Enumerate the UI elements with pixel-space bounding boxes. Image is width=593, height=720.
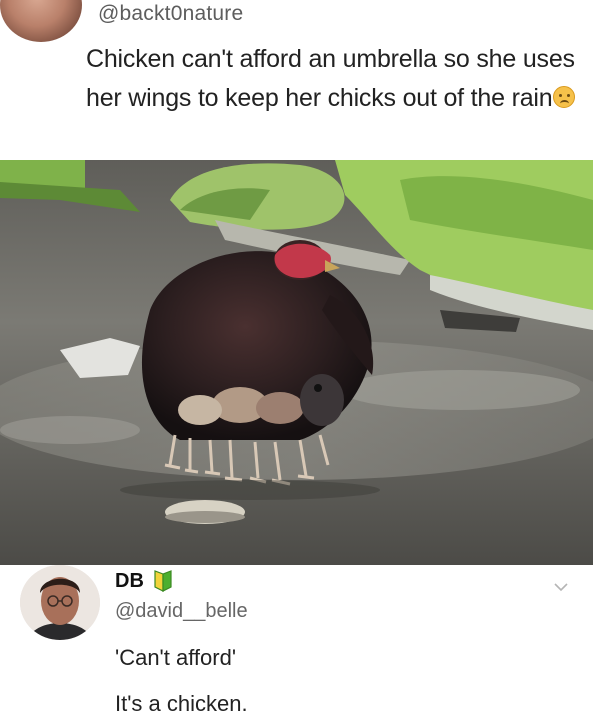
tweet-handle[interactable]: @backt0nature [98, 2, 243, 26]
reply-handle[interactable]: @david__belle [115, 600, 248, 623]
tweet-text: Chicken can't afford an umbrella so she … [86, 40, 586, 118]
sad-face-emoji-icon [553, 86, 576, 108]
avatar[interactable] [0, 0, 82, 42]
user-avatar-icon [20, 565, 100, 640]
reply-author-name[interactable]: DB [115, 570, 144, 593]
reply-text-line: It's a chicken. [115, 691, 248, 716]
beginner-badge-icon [154, 570, 172, 592]
tweet-text-content: Chicken can't afford an umbrella so she … [86, 45, 575, 112]
avatar[interactable] [20, 565, 100, 640]
reply-text-line: 'Can't afford' [115, 645, 237, 670]
chevron-down-icon[interactable] [553, 581, 569, 593]
original-tweet: @backt0nature Chicken can't afford an um… [0, 0, 593, 160]
tweet-photo[interactable] [0, 160, 593, 565]
hen-with-chicks-photo [0, 160, 593, 565]
reply-tweet: DB @david__belle 'Can't afford' It's a c… [0, 565, 593, 720]
